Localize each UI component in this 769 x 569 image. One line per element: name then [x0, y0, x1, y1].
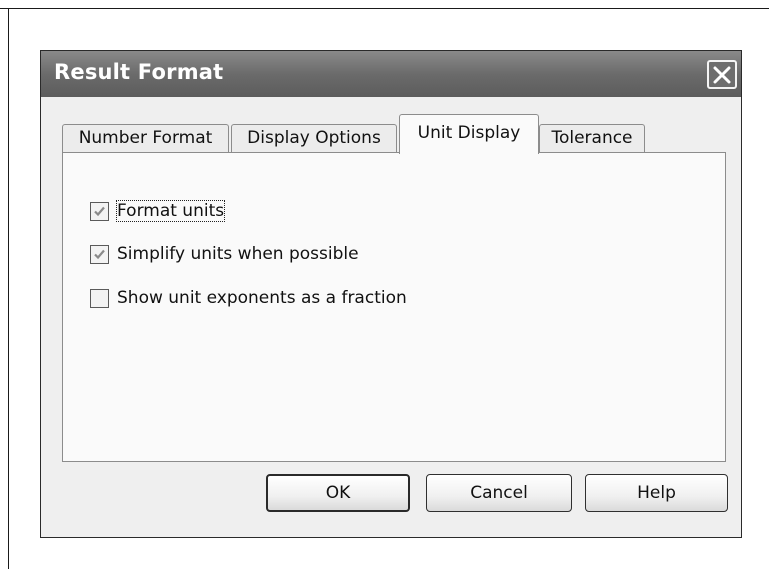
- close-icon: [713, 66, 731, 84]
- cancel-button[interactable]: Cancel: [426, 474, 572, 512]
- checkmark-icon: [94, 206, 105, 217]
- title-bar[interactable]: Result Format: [41, 51, 741, 97]
- page-border-top: [0, 8, 769, 9]
- checkmark-icon: [94, 249, 105, 260]
- result-format-dialog: Result Format Number Format Display Opti…: [40, 50, 742, 538]
- fraction-exponents-label: Show unit exponents as a fraction: [117, 288, 407, 308]
- page-border-left: [8, 8, 9, 569]
- help-button[interactable]: Help: [585, 474, 728, 512]
- tab-tolerance[interactable]: Tolerance: [539, 124, 645, 153]
- tab-number-format[interactable]: Number Format: [62, 124, 229, 153]
- ok-button[interactable]: OK: [266, 474, 410, 512]
- close-button[interactable]: [707, 60, 737, 89]
- tab-display-options[interactable]: Display Options: [231, 124, 397, 153]
- simplify-units-checkbox[interactable]: [90, 245, 109, 264]
- tab-unit-display[interactable]: Unit Display: [399, 114, 539, 154]
- unit-display-panel: Format units Simplify units when possibl…: [62, 152, 726, 462]
- tab-label: Tolerance: [551, 128, 633, 148]
- format-units-checkbox[interactable]: [90, 202, 109, 221]
- tab-label: Number Format: [78, 128, 213, 148]
- fraction-exponents-checkbox[interactable]: [90, 289, 109, 308]
- tab-label: Unit Display: [417, 123, 521, 143]
- dialog-title: Result Format: [54, 60, 224, 84]
- format-units-label: Format units: [115, 200, 226, 222]
- simplify-units-label: Simplify units when possible: [117, 244, 359, 264]
- tab-label: Display Options: [247, 128, 381, 148]
